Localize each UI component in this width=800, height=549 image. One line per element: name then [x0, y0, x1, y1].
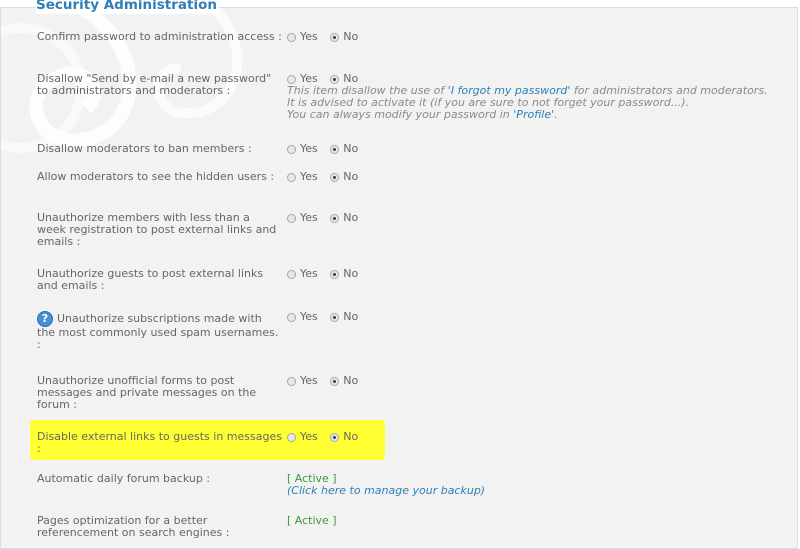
setting-label: Disable external links to guests in mess… — [37, 430, 282, 455]
radio-group: Yes No — [287, 212, 787, 224]
seo-status: [ Active ] — [287, 514, 337, 527]
radio-no[interactable]: No — [330, 31, 358, 43]
manage-backup-link[interactable]: (Click here to manage your backup) — [287, 485, 787, 497]
radio-no[interactable]: No — [330, 375, 358, 387]
setting-label: Pages optimization for a better referenc… — [37, 514, 230, 539]
setting-label: Disallow "Send by e-mail a new password"… — [37, 72, 272, 97]
radio-group: Yes No — [287, 268, 787, 280]
radio-yes[interactable]: Yes — [287, 143, 318, 155]
section-title: Security Administration — [36, 0, 219, 14]
radio-group: Yes No — [287, 143, 787, 155]
radio-yes[interactable]: Yes — [287, 375, 318, 387]
seo-value: [ Active ] — [287, 515, 787, 527]
backup-value: [ Active ] (Click here to manage your ba… — [287, 473, 787, 497]
setting-label: Allow moderators to see the hidden users… — [37, 170, 275, 183]
setting-label: Unauthorize guests to post external link… — [37, 267, 264, 292]
setting-label: Unauthorize unofficial forms to post mes… — [37, 374, 257, 411]
radio-no[interactable]: No — [330, 143, 358, 155]
radio-group: Yes No This item disallow the use of 'I … — [287, 73, 787, 121]
radio-no[interactable]: No — [330, 311, 358, 323]
radio-group: Yes No — [287, 311, 787, 323]
setting-label: ? Unauthorize subscriptions made with the… — [37, 311, 279, 351]
radio-yes[interactable]: Yes — [287, 212, 318, 224]
setting-label: Unauthorize members with less than a wee… — [37, 211, 277, 248]
radio-yes[interactable]: Yes — [287, 431, 318, 443]
radio-yes[interactable]: Yes — [287, 268, 318, 280]
radio-no[interactable]: No — [330, 431, 358, 443]
radio-no[interactable]: No — [330, 268, 358, 280]
question-icon[interactable]: ? — [37, 311, 53, 327]
radio-group: Yes No — [287, 31, 787, 43]
radio-yes[interactable]: Yes — [287, 311, 318, 323]
radio-yes[interactable]: Yes — [287, 171, 318, 183]
radio-group: Yes No — [287, 375, 787, 387]
setting-label: Confirm password to administration acces… — [37, 30, 282, 43]
setting-description: This item disallow the use of 'I forgot … — [287, 84, 768, 121]
profile-link[interactable]: 'Profile' — [513, 108, 554, 121]
radio-no[interactable]: No — [330, 212, 358, 224]
setting-label: Automatic daily forum backup : — [37, 472, 211, 485]
radio-no[interactable]: No — [330, 171, 358, 183]
radio-group: Yes No — [287, 431, 787, 443]
radio-yes[interactable]: Yes — [287, 31, 318, 43]
setting-label: Disallow moderators to ban members : — [37, 142, 252, 155]
radio-group: Yes No — [287, 171, 787, 183]
